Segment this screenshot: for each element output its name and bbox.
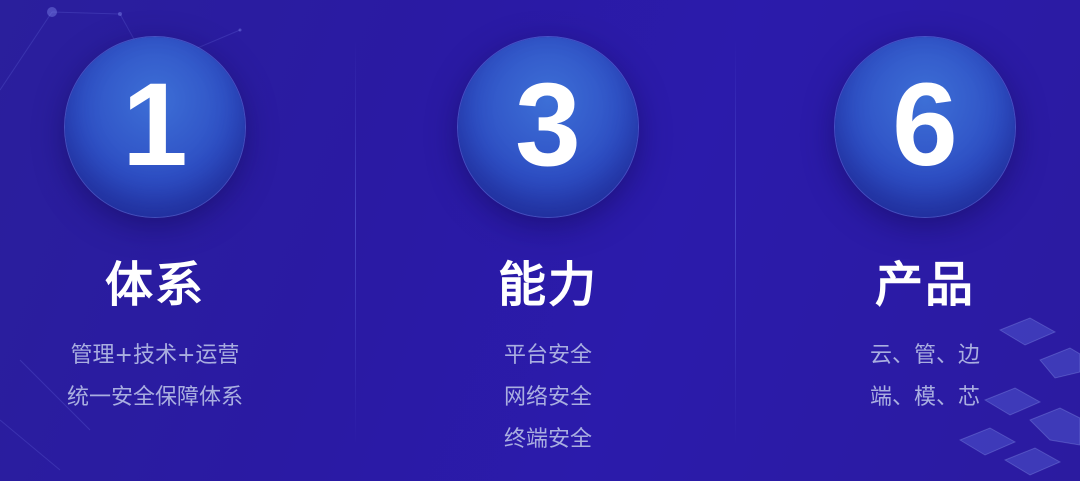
column-divider-right: [735, 40, 736, 445]
number-circle: 3: [458, 37, 638, 217]
feature-column-capability: 3 能力 平台安全 网络安全 终端安全: [398, 0, 698, 481]
feature-number: 6: [892, 59, 958, 191]
description-line: 终端安全: [503, 427, 592, 452]
feature-number: 1: [122, 59, 188, 191]
feature-description: 管理+技术+运营 统一安全保障体系: [67, 335, 243, 419]
feature-title: 能力: [497, 257, 598, 313]
feature-column-system: 1 体系 管理+技术+运营 统一安全保障体系: [5, 0, 305, 481]
feature-description: 云、管、边 端、模、芯: [870, 335, 980, 419]
number-circle: 6: [835, 37, 1015, 217]
feature-description: 平台安全 网络安全 终端安全: [504, 335, 592, 461]
description-line: 云、管、边: [869, 343, 980, 368]
feature-column-product: 6 产品 云、管、边 端、模、芯: [775, 0, 1075, 481]
description-line: 网络安全: [503, 385, 592, 410]
feature-title: 体系: [104, 257, 205, 313]
description-line: 管理+技术+运营: [70, 343, 240, 368]
description-line: 统一安全保障体系: [66, 385, 243, 410]
feature-number: 3: [515, 59, 581, 191]
description-line: 平台安全: [503, 343, 592, 368]
column-divider-left: [355, 40, 356, 445]
number-circle: 1: [65, 37, 245, 217]
description-line: 端、模、芯: [869, 385, 980, 410]
feature-title: 产品: [874, 257, 975, 313]
